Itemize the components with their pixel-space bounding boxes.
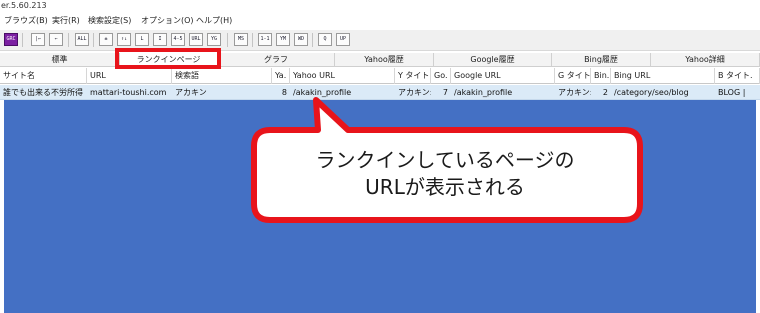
cell-bing-url: /category/seo/blog: [614, 88, 689, 97]
tab-standard[interactable]: 標準: [0, 53, 120, 67]
search-label: Q: [323, 36, 327, 42]
cell-site-name: 誰でも出来る不労所得: [3, 88, 83, 97]
ms-label: MS: [237, 36, 245, 42]
toolbar-separator: [22, 33, 23, 47]
range-label: 1-1: [260, 36, 270, 42]
sort-i-label: I: [158, 36, 162, 42]
column-header-keyword[interactable]: 検索語: [172, 68, 272, 84]
toolbar-separator: [227, 33, 228, 47]
prev-label: ←: [54, 36, 58, 42]
tab-graph[interactable]: グラフ: [218, 53, 335, 67]
column-header-yahoo-url[interactable]: Yahoo URL: [290, 68, 395, 84]
wd-label: WD: [297, 36, 305, 42]
window-title: er.5.60.213: [1, 1, 47, 10]
first-icon[interactable]: |←: [31, 33, 45, 46]
toolbar: GRC |← ← ALL ± ↑↓ L I 4-5 URL YG MS 1-1 …: [0, 30, 760, 51]
grc-up-icon[interactable]: UP: [336, 33, 350, 46]
tab-rankin-page[interactable]: ランクインページ: [120, 53, 218, 67]
sort-range-label: 4-5: [173, 36, 183, 42]
column-header-bing-url[interactable]: Bing URL: [611, 68, 715, 84]
tab-bar: 標準 ランクインページ グラフ Yahoo履歴 Google履歴 Bing履歴 …: [0, 53, 760, 67]
table-row[interactable]: 誰でも出来る不労所得 mattari-toushi.com アカキン 8 /ak…: [0, 85, 760, 100]
column-header-bing-rank[interactable]: Bin.: [591, 68, 611, 84]
column-header-url[interactable]: URL: [87, 68, 172, 84]
cell-google-url: /akakin_profile: [454, 88, 513, 97]
prev-icon[interactable]: ←: [49, 33, 63, 46]
toolbar-separator: [93, 33, 94, 47]
window-title-bar: er.5.60.213: [0, 0, 760, 12]
sort-up-icon[interactable]: ±: [99, 33, 113, 46]
menu-run[interactable]: 実行(R): [52, 15, 80, 26]
cell-keyword: アカキン: [175, 88, 207, 97]
tab-yahoo-history[interactable]: Yahoo履歴: [335, 53, 434, 67]
all-icon[interactable]: ALL: [75, 33, 89, 46]
wd-icon[interactable]: WD: [294, 33, 308, 46]
column-header-google-title[interactable]: G タイト.: [555, 68, 591, 84]
ym-label: YM: [279, 36, 287, 42]
search-icon[interactable]: Q: [318, 33, 332, 46]
empty-grid-area: [4, 100, 756, 313]
column-header-yahoo-rank[interactable]: Ya.: [272, 68, 290, 84]
menu-search-settings[interactable]: 検索設定(S): [88, 15, 131, 26]
sort-i-icon[interactable]: I: [153, 33, 167, 46]
cell-google-title: アカキン:: [558, 88, 591, 97]
grid-header: サイト名 URL 検索語 Ya. Yahoo URL Y タイト. Go. Go…: [0, 68, 760, 84]
ms-icon[interactable]: MS: [234, 33, 248, 46]
callout-line-1: ランクインしているページの: [315, 148, 575, 172]
tab-google-history[interactable]: Google履歴: [434, 53, 552, 67]
cell-yahoo-title: アカキン:: [398, 88, 431, 97]
column-header-yahoo-title[interactable]: Y タイト.: [395, 68, 431, 84]
yg-icon[interactable]: YG: [207, 33, 221, 46]
cell-google-rank: 7: [442, 88, 448, 97]
grc-logo-icon[interactable]: GRC: [4, 33, 18, 46]
menu-browse[interactable]: ブラウズ(B): [4, 15, 48, 26]
menu-help[interactable]: ヘルプ(H): [196, 15, 232, 26]
cell-yahoo-rank: 8: [281, 88, 287, 97]
yg-label: YG: [210, 36, 218, 42]
column-header-site-name[interactable]: サイト名: [0, 68, 87, 84]
sort-l-label: L: [140, 36, 144, 42]
cell-bing-title: BLOG |: [718, 88, 746, 97]
cell-bing-rank: 2: [602, 88, 608, 97]
sort-up-label: ±: [104, 36, 108, 42]
toolbar-separator: [312, 33, 313, 47]
toolbar-separator: [68, 33, 69, 47]
sort-l-icon[interactable]: L: [135, 33, 149, 46]
ym-icon[interactable]: YM: [276, 33, 290, 46]
url-icon[interactable]: URL: [189, 33, 203, 46]
cell-yahoo-url: /akakin_profile: [293, 88, 352, 97]
menu-bar: ブラウズ(B) 実行(R) 検索設定(S) オプション(O) ヘルプ(H): [0, 13, 760, 29]
callout-text: ランクインしているページの URLが表示される: [256, 147, 634, 201]
cell-url: mattari-toushi.com: [90, 88, 167, 97]
tab-yahoo-detail[interactable]: Yahoo詳細: [651, 53, 760, 67]
toolbar-separator: [252, 33, 253, 47]
column-header-google-rank[interactable]: Go.: [431, 68, 451, 84]
sort-updown-label: ↑↓: [120, 36, 128, 42]
column-header-google-url[interactable]: Google URL: [451, 68, 555, 84]
sort-updown-icon[interactable]: ↑↓: [117, 33, 131, 46]
sort-range-icon[interactable]: 4-5: [171, 33, 185, 46]
first-label: |←: [34, 36, 42, 42]
all-label: ALL: [77, 36, 87, 42]
range-icon[interactable]: 1-1: [258, 33, 272, 46]
column-header-bing-title[interactable]: B タイト.: [715, 68, 760, 84]
url-label: URL: [191, 36, 201, 42]
grc-logo-label: GRC: [6, 36, 16, 42]
tab-bing-history[interactable]: Bing履歴: [552, 53, 651, 67]
callout-line-2: URLが表示される: [365, 175, 525, 199]
menu-options[interactable]: オプション(O): [141, 15, 194, 26]
grc-up-label: UP: [339, 36, 347, 42]
